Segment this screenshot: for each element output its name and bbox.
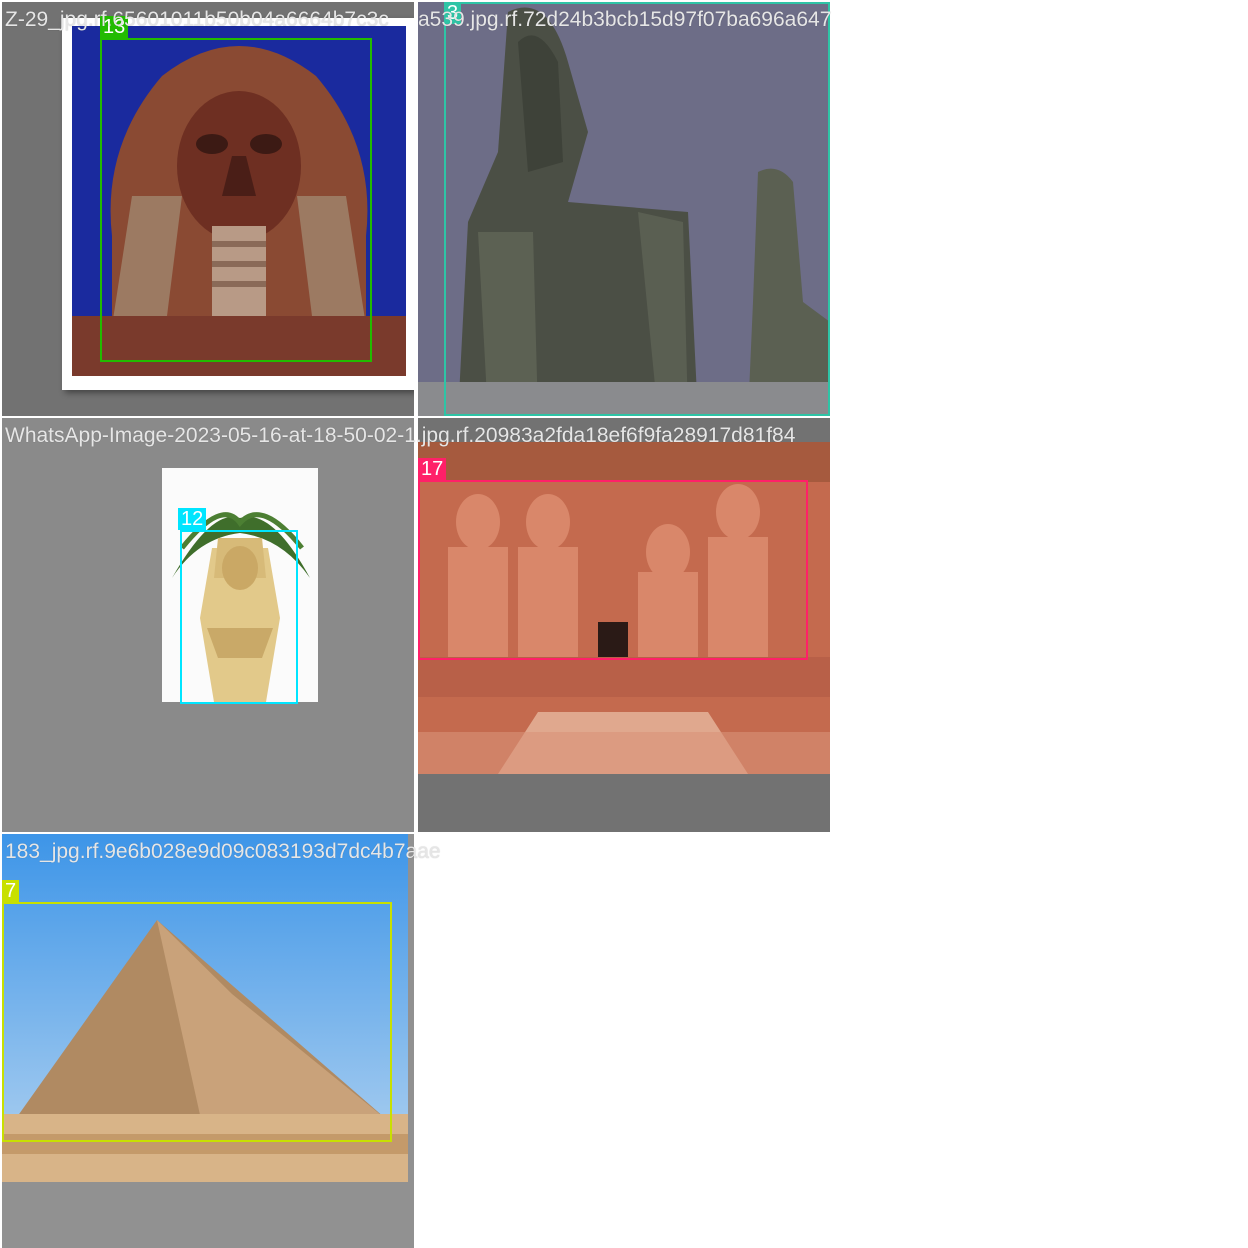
detection-box — [180, 530, 298, 704]
detection-box — [2, 902, 392, 1142]
detection-box — [444, 2, 830, 416]
detection-box — [100, 38, 372, 362]
class-label-badge: 7 — [2, 880, 20, 902]
image-filename: WhatsApp-Image-2023-05-16-at-18-50-02-1.… — [5, 424, 796, 447]
detection-box — [418, 480, 808, 660]
image-filename: a539.jpg.rf.72d24b3bcb15d97f07ba696a647 — [418, 8, 832, 31]
image-filename: Z-29_jpg.rf.65601011b50b04a6664b7c3c — [5, 8, 389, 31]
mosaic-tile-4: 17 — [418, 418, 830, 832]
class-label-badge: 17 — [418, 458, 447, 480]
image-filename: 183_jpg.rf.9e6b028e9d09c083193d7dc4b7aae — [5, 840, 441, 863]
mosaic-tile-1: 13 Z-29_jpg.rf.65601011b50b04a6664b7c3c — [2, 2, 414, 416]
class-label-badge: 12 — [178, 508, 207, 530]
mosaic-tile-2: 3 — [418, 2, 830, 416]
mosaic-tile-5: 7 — [2, 834, 414, 1248]
mosaic-tile-3: 12 — [2, 418, 414, 832]
